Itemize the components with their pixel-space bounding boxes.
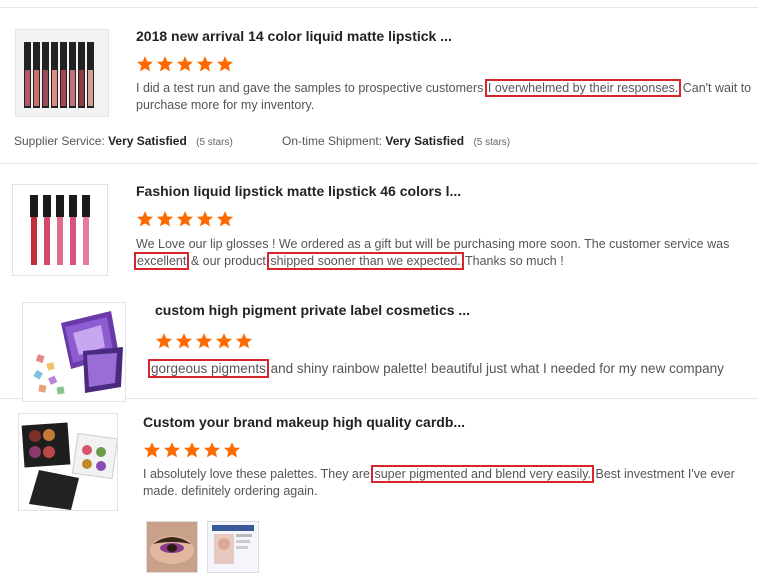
review-2-text-mid: & our product — [187, 254, 270, 268]
star-icon — [156, 56, 174, 72]
star-icon — [136, 56, 154, 72]
product-thumbnail-makeup-cardboard[interactable] — [18, 413, 118, 511]
star-icon — [216, 211, 234, 227]
shipment-label: On-time Shipment: — [282, 134, 383, 148]
on-time-shipment-rating: On-time Shipment: Very Satisfied (5 star… — [282, 134, 510, 148]
shipment-value: Very Satisfied — [385, 134, 465, 148]
star-icon — [183, 442, 201, 458]
top-divider — [0, 7, 758, 8]
star-icon — [136, 211, 154, 227]
star-icon — [156, 211, 174, 227]
star-icon — [175, 333, 193, 349]
review-3-text: gorgeous pigments and shiny rainbow pale… — [148, 359, 754, 378]
review-4-photo-2[interactable] — [207, 521, 259, 573]
review-2-product-title[interactable]: Fashion liquid lipstick matte lipstick 4… — [136, 183, 461, 199]
review-4-rating-stars — [143, 441, 241, 459]
star-icon — [143, 442, 161, 458]
supplier-service-rating: Supplier Service: Very Satisfied (5 star… — [14, 134, 233, 148]
supplier-service-label: Supplier Service: — [14, 134, 105, 148]
review-1-rating-stars — [136, 55, 234, 73]
star-icon — [196, 211, 214, 227]
star-icon — [176, 211, 194, 227]
divider-1 — [0, 163, 758, 164]
review-1-product-title[interactable]: 2018 new arrival 14 color liquid matte l… — [136, 28, 452, 44]
review-4-photo-1[interactable] — [146, 521, 198, 573]
star-icon — [223, 442, 241, 458]
product-thumbnail-lipstick-46-colors[interactable] — [12, 184, 108, 276]
star-icon — [216, 56, 234, 72]
review-2-text-after: Thanks so much ! — [461, 254, 564, 268]
star-icon — [215, 333, 233, 349]
review-2-text: We Love our lip glosses ! We ordered as … — [133, 236, 754, 270]
product-thumbnail-eyeshadow-palette[interactable] — [22, 302, 126, 402]
supplier-service-stars: (5 stars) — [196, 137, 233, 148]
review-2-highlight-excellent: excellent — [133, 252, 190, 270]
review-2-rating-stars — [136, 210, 234, 228]
star-icon — [155, 333, 173, 349]
review-3-highlight: gorgeous pigments — [148, 359, 269, 378]
review-4-text-before: I absolutely love these palettes. They a… — [143, 467, 374, 481]
review-3-product-title[interactable]: custom high pigment private label cosmet… — [155, 302, 470, 318]
star-icon — [196, 56, 214, 72]
review-4-text: I absolutely love these palettes. They a… — [143, 465, 755, 500]
review-1-highlight: I overwhelmed by their responses. — [484, 79, 682, 97]
review-2-text-before: We Love our lip glosses ! We ordered as … — [136, 237, 730, 251]
product-thumbnail-lipstick-14-color[interactable] — [15, 29, 109, 117]
supplier-service-value: Very Satisfied — [108, 134, 187, 148]
review-4-highlight: super pigmented and blend very easily. — [371, 465, 595, 483]
review-4-product-title[interactable]: Custom your brand makeup high quality ca… — [143, 414, 465, 430]
star-icon — [235, 333, 253, 349]
star-icon — [163, 442, 181, 458]
review-2-highlight-shipped: shipped sooner than we expected. — [267, 252, 464, 270]
star-icon — [195, 333, 213, 349]
review-3-rating-stars — [155, 332, 253, 350]
review-1-text-before: I did a test run and gave the samples to… — [136, 81, 487, 95]
review-1-text: I did a test run and gave the samples to… — [136, 79, 754, 114]
star-icon — [203, 442, 221, 458]
shipment-stars: (5 stars) — [473, 137, 511, 148]
review-3-text-after: and shiny rainbow palette! beautiful jus… — [266, 361, 724, 376]
star-icon — [176, 56, 194, 72]
